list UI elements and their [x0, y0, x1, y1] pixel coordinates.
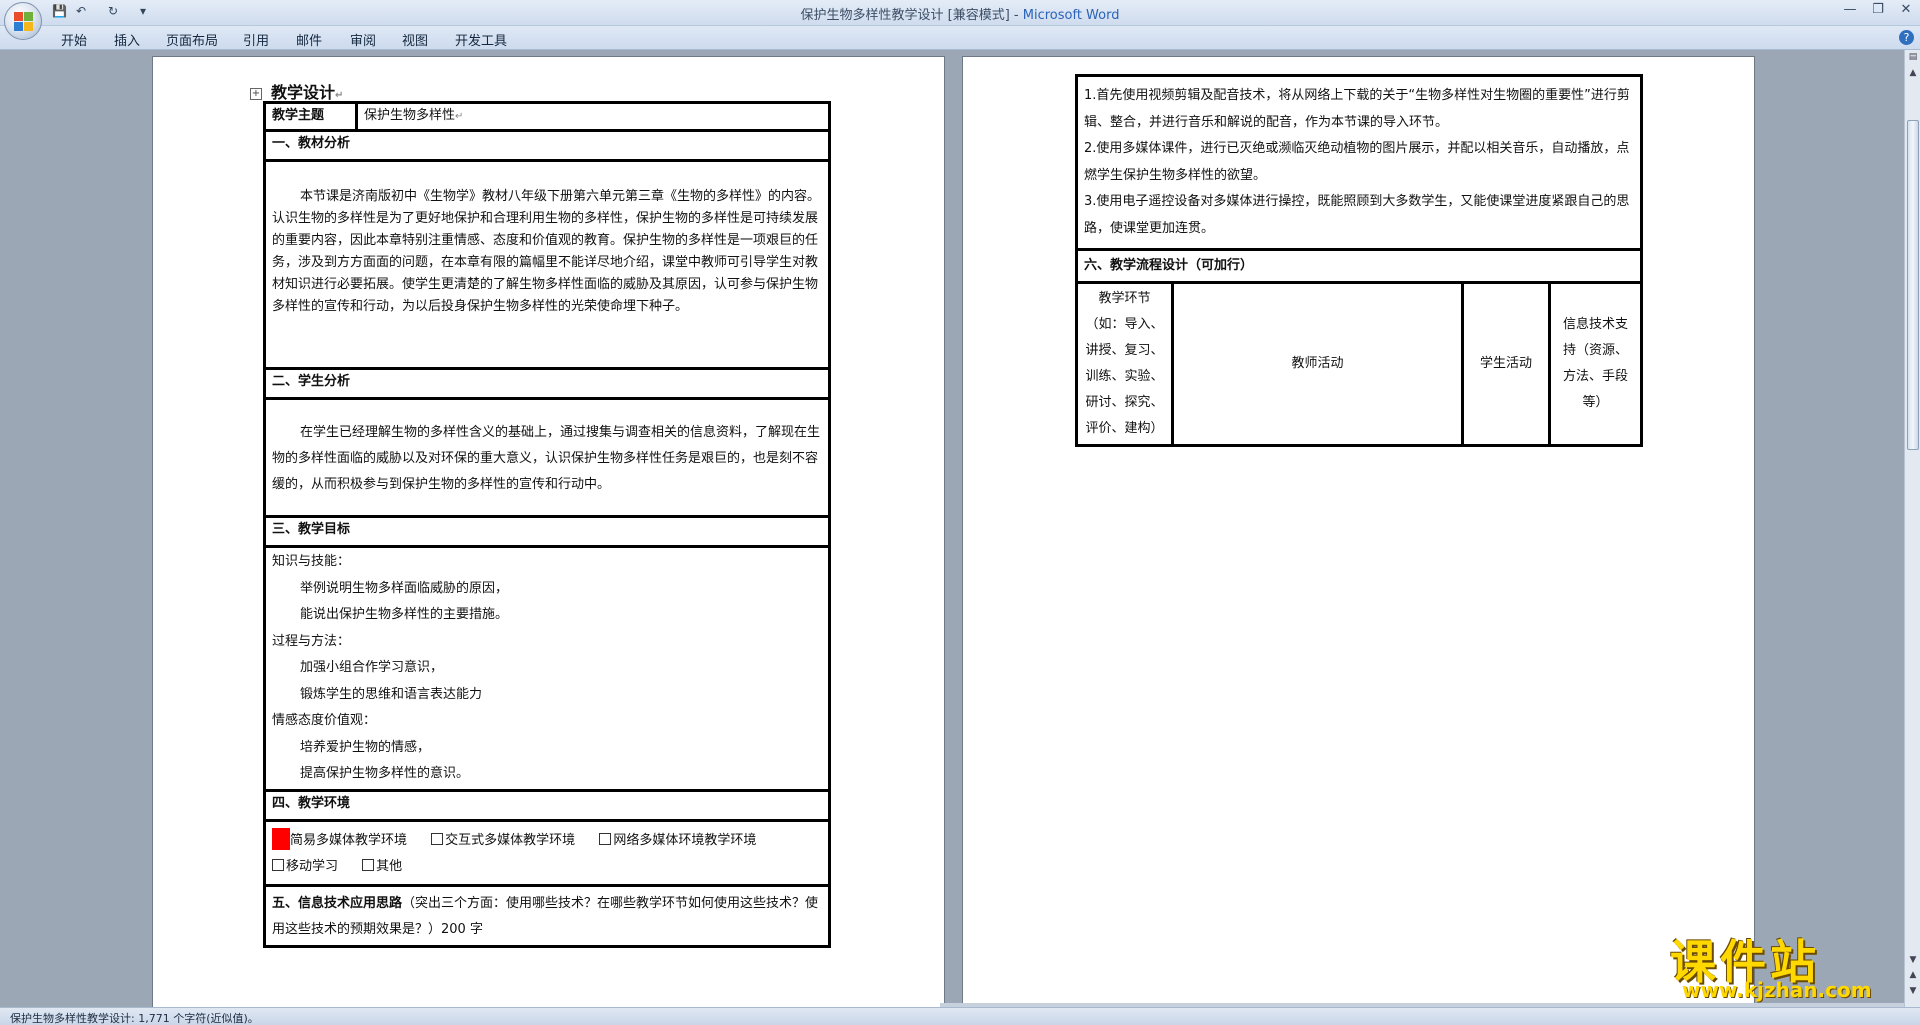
it-approach-item: 3.使用电子遥控设备对多媒体进行操控，既能照顾到大多数学生，又能使课堂进度紧跟自… — [1084, 194, 1630, 236]
section-2-header[interactable]: 二、学生分析 — [263, 367, 831, 400]
goal-line: 举例说明生物多样面临威胁的原因， — [300, 580, 509, 596]
window-title-doc: 保护生物多样性教学设计 [兼容模式] — [800, 8, 1010, 23]
tab-page-layout[interactable]: 页面布局 — [166, 30, 218, 49]
watermark-url: www.kjzhan.com — [1682, 978, 1872, 1002]
it-approach-item: 1.首先使用视频剪辑及配音技术，将从网络上下载的关于“生物多样性对生物圈的重要性… — [1084, 88, 1630, 130]
it-approach-item: 2.使用多媒体课件，进行已灭绝或濒临灭绝动植物的图片展示，并配以相关音乐，自动播… — [1084, 141, 1630, 183]
section-6-header[interactable]: 六、教学流程设计（可加行） — [1075, 248, 1643, 284]
window-title-separator: - — [1009, 8, 1023, 23]
lesson-plan-table[interactable]: 教学主题 保护生物多样性↵ 一、教材分析 本节课是济南版初中《生物学》教材八年级… — [263, 101, 831, 948]
checkbox-icon[interactable] — [272, 858, 284, 871]
minimize-icon[interactable]: — — [1838, 2, 1862, 20]
col-student-label: 学生活动 — [1479, 356, 1532, 371]
office-button[interactable] — [4, 2, 42, 40]
ruler-toggle-icon[interactable]: ▤ — [1907, 52, 1919, 64]
col-it-label: 信息技术支持（资源、方法、手段等） — [1562, 317, 1628, 410]
env-row-2: 移动学习 其他 — [272, 854, 822, 880]
table-move-handle-icon[interactable]: + — [250, 88, 262, 100]
section-1-body[interactable]: 本节课是济南版初中《生物学》教材八年级下册第六单元第三章《生物的多样性》的内容。… — [263, 159, 831, 370]
scrollbar-thumb[interactable] — [1907, 120, 1919, 450]
office-logo-icon — [14, 12, 34, 32]
section-3-header[interactable]: 三、教学目标 — [263, 515, 831, 548]
tab-references[interactable]: 引用 — [243, 30, 269, 49]
topic-value: 保护生物多样性 — [364, 108, 456, 123]
section-4-title: 四、教学环境 — [272, 795, 351, 811]
section-2-body[interactable]: 在学生已经理解生物的多样性含义的基础上，通过搜集与调查相关的信息资料，了解现在生… — [263, 397, 831, 518]
topic-label-cell[interactable]: 教学主题 — [263, 101, 358, 132]
section-2-text: 在学生已经理解生物的多样性含义的基础上，通过搜集与调查相关的信息资料，了解现在生… — [272, 425, 821, 492]
vertical-scrollbar[interactable]: ▤ ▲ ▼ ▲ ▼ — [1904, 50, 1920, 1007]
env-option-label: 交互式多媒体教学环境 — [445, 832, 576, 848]
section-6-title: 六、教学流程设计（可加行） — [1084, 258, 1254, 273]
env-option-label: 简易多媒体教学环境 — [290, 832, 408, 848]
tab-mailings[interactable]: 邮件 — [296, 30, 322, 49]
env-option-network[interactable]: 网络多媒体环境教学环境 — [599, 832, 757, 848]
env-option-interactive[interactable]: 交互式多媒体教学环境 — [431, 832, 576, 848]
goal-line: 过程与方法： — [272, 633, 351, 649]
ribbon-tab-bar: 开始 插入 页面布局 引用 邮件 审阅 视图 开发工具 ? — [0, 26, 1920, 50]
status-text: 保护生物多样性教学设计: 1,771 个字符(近似值)。 — [10, 1012, 259, 1025]
paragraph-mark-icon: ↵ — [455, 111, 464, 122]
col-it-header[interactable]: 信息技术支持（资源、方法、手段等） — [1548, 281, 1643, 447]
section-4-body[interactable]: 简易多媒体教学环境 交互式多媒体教学环境 网络多媒体环境教学环境 移动学习 其他 — [263, 818, 831, 887]
checkbox-icon[interactable] — [599, 832, 612, 845]
window-title-app: Microsoft Word — [1022, 8, 1120, 23]
env-option-other[interactable]: 其他 — [362, 858, 403, 874]
status-bar: 保护生物多样性教学设计: 1,771 个字符(近似值)。 — [0, 1007, 1920, 1025]
help-icon[interactable]: ? — [1899, 30, 1914, 45]
env-row-1: 简易多媒体教学环境 交互式多媒体教学环境 网络多媒体环境教学环境 — [272, 827, 822, 854]
lesson-plan-table-continued[interactable]: 1.首先使用视频剪辑及配音技术，将从网络上下载的关于“生物多样性对生物圈的重要性… — [1075, 74, 1643, 447]
col-student-header[interactable]: 学生活动 — [1461, 281, 1551, 447]
env-option-mobile[interactable]: 移动学习 — [272, 858, 339, 874]
section-1-text: 本节课是济南版初中《生物学》教材八年级下册第六单元第三章《生物的多样性》的内容。… — [272, 189, 821, 314]
env-option-label: 网络多媒体环境教学环境 — [613, 832, 757, 848]
section-5-content[interactable]: 1.首先使用视频剪辑及配音技术，将从网络上下载的关于“生物多样性对生物圈的重要性… — [1075, 74, 1643, 251]
section-3-title: 三、教学目标 — [272, 522, 351, 537]
checkbox-checked-icon[interactable] — [272, 827, 290, 850]
goal-line: 加强小组合作学习意识， — [300, 660, 444, 675]
document-heading: 教学设计↵ — [271, 79, 343, 103]
topic-value-cell[interactable]: 保护生物多样性↵ — [355, 101, 831, 132]
col-teacher-label: 教师活动 — [1291, 356, 1344, 371]
goal-line: 培养爱护生物的情感， — [300, 739, 431, 755]
goal-line: 知识与技能： — [272, 554, 351, 569]
tab-home[interactable]: 开始 — [61, 30, 87, 49]
topic-label: 教学主题 — [272, 108, 325, 123]
section-3-body[interactable]: 知识与技能： 举例说明生物多样面临威胁的原因， 能说出保护生物多样性的主要措施。… — [263, 545, 831, 792]
checkbox-icon[interactable] — [362, 858, 375, 871]
goal-line: 锻炼学生的思维和语言表达能力 — [300, 686, 483, 702]
section-1-header[interactable]: 一、教材分析 — [263, 129, 831, 162]
goal-line: 情感态度价值观： — [272, 713, 377, 728]
env-option-label: 其他 — [376, 858, 403, 874]
close-icon[interactable]: ✕ — [1894, 2, 1918, 20]
section-5-title: 五、信息技术应用思路 — [272, 895, 403, 911]
section-5-body[interactable]: 五、信息技术应用思路（突出三个方面：使用哪些技术？在哪些教学环节如何使用这些技术… — [263, 883, 831, 948]
col-teacher-header[interactable]: 教师活动 — [1171, 281, 1464, 447]
tab-developer[interactable]: 开发工具 — [455, 30, 507, 49]
section-4-header[interactable]: 四、教学环境 — [263, 788, 831, 822]
env-option-simple[interactable]: 简易多媒体教学环境 — [272, 827, 408, 850]
goal-line: 提高保护生物多样性的意识。 — [300, 766, 470, 781]
paragraph-mark-icon: ↵ — [335, 90, 344, 101]
col-stage-label: 教学环节（如：导入、讲授、复习、训练、实验、研讨、探究、评价、建构） — [1085, 291, 1164, 436]
section-1-title: 一、教材分析 — [272, 136, 351, 151]
document-heading-text: 教学设计 — [271, 83, 336, 102]
env-option-label: 移动学习 — [286, 858, 339, 874]
window-title: 保护生物多样性教学设计 [兼容模式] - Microsoft Word — [0, 4, 1920, 23]
tab-view[interactable]: 视图 — [402, 30, 428, 49]
col-stage-header[interactable]: 教学环节（如：导入、讲授、复习、训练、实验、研讨、探究、评价、建构） — [1075, 281, 1174, 447]
tab-review[interactable]: 审阅 — [350, 30, 376, 49]
restore-icon[interactable]: ❐ — [1866, 2, 1890, 20]
tab-insert[interactable]: 插入 — [114, 30, 140, 49]
section-2-title: 二、学生分析 — [272, 374, 351, 389]
checkbox-icon[interactable] — [431, 832, 444, 845]
scroll-up-icon[interactable]: ▲ — [1907, 68, 1919, 80]
title-bar: 💾 ↶ ↻ ▾ 保护生物多样性教学设计 [兼容模式] - Microsoft W… — [0, 0, 1920, 26]
goal-line: 能说出保护生物多样性的主要措施。 — [300, 607, 509, 622]
watermark-logo: 课件站 www.kjzhan.com — [1670, 926, 1910, 1002]
